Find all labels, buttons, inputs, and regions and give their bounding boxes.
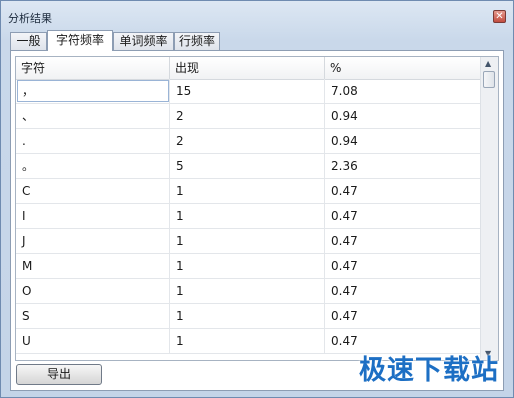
title-bar[interactable]: 分析结果 ✕: [1, 1, 513, 27]
column-header-char[interactable]: 字符: [16, 57, 170, 79]
tab-char-frequency[interactable]: 字符频率: [47, 30, 113, 51]
cell-char[interactable]: 。: [16, 154, 170, 178]
cell-percent[interactable]: 0.47: [325, 304, 480, 328]
window-title: 分析结果: [8, 12, 52, 25]
table-row[interactable]: 、 2 0.94: [16, 104, 480, 129]
cell-char[interactable]: .: [16, 129, 170, 153]
table-row[interactable]: J 1 0.47: [16, 229, 480, 254]
tab-panel: 字符 出现 % ， 15 7.08、 2 0.94. 2 0.94。 5 2.36 C 1 0.47 I…: [10, 50, 504, 391]
cell-char[interactable]: I: [16, 204, 170, 228]
column-header-count[interactable]: 出现: [170, 57, 325, 79]
analysis-window: 分析结果 ✕ 一般 字符频率 单词频率 行频率 字符 出现 % ， 15 7.08、…: [0, 0, 514, 398]
cell-char[interactable]: U: [16, 329, 170, 353]
tab-general[interactable]: 一般: [10, 32, 47, 50]
table-row[interactable]: O 1 0.47: [16, 279, 480, 304]
cell-char[interactable]: J: [16, 229, 170, 253]
cell-count[interactable]: 1: [170, 329, 325, 353]
vertical-scrollbar[interactable]: ▲ ▼: [480, 57, 498, 360]
table-row[interactable]: 。 5 2.36: [16, 154, 480, 179]
table-row[interactable]: ， 15 7.08: [16, 79, 480, 104]
cell-count[interactable]: 1: [170, 179, 325, 203]
close-icon[interactable]: ✕: [493, 10, 506, 23]
frequency-table: 字符 出现 % ， 15 7.08、 2 0.94. 2 0.94。 5 2.36 C 1 0.47 I…: [15, 56, 499, 361]
table-row[interactable]: M 1 0.47: [16, 254, 480, 279]
cell-count[interactable]: 1: [170, 279, 325, 303]
cell-count[interactable]: 1: [170, 229, 325, 253]
table-row[interactable]: C 1 0.47: [16, 179, 480, 204]
cell-percent[interactable]: 2.36: [325, 154, 480, 178]
cell-percent[interactable]: 7.08: [325, 79, 480, 103]
cell-char[interactable]: ，: [16, 79, 170, 103]
table-row[interactable]: . 2 0.94: [16, 129, 480, 154]
watermark-logo: 极速下载站: [359, 355, 499, 386]
cell-count[interactable]: 2: [170, 104, 325, 128]
cell-percent[interactable]: 0.47: [325, 204, 480, 228]
cell-percent[interactable]: 0.47: [325, 254, 480, 278]
cell-percent[interactable]: 0.47: [325, 179, 480, 203]
cell-count[interactable]: 2: [170, 129, 325, 153]
scrollbar-thumb[interactable]: [483, 71, 495, 88]
cell-count[interactable]: 1: [170, 304, 325, 328]
table-row[interactable]: S 1 0.47: [16, 304, 480, 329]
table-body: ， 15 7.08、 2 0.94. 2 0.94。 5 2.36 C 1 0.47 I 1 0.47 J 1 0…: [16, 79, 480, 354]
cell-char[interactable]: C: [16, 179, 170, 203]
table-header: 字符 出现 %: [16, 57, 480, 80]
table-row[interactable]: I 1 0.47: [16, 204, 480, 229]
cell-percent[interactable]: 0.94: [325, 129, 480, 153]
cell-char[interactable]: 、: [16, 104, 170, 128]
cell-char[interactable]: S: [16, 304, 170, 328]
cell-percent[interactable]: 0.94: [325, 104, 480, 128]
cell-char[interactable]: O: [16, 279, 170, 303]
cell-percent[interactable]: 0.47: [325, 229, 480, 253]
cell-count[interactable]: 1: [170, 254, 325, 278]
tab-word-frequency[interactable]: 单词频率: [113, 32, 174, 50]
export-button[interactable]: 导出: [16, 364, 102, 385]
cell-percent[interactable]: 0.47: [325, 279, 480, 303]
cell-count[interactable]: 5: [170, 154, 325, 178]
column-header-percent[interactable]: %: [325, 57, 480, 79]
cell-count[interactable]: 1: [170, 204, 325, 228]
scroll-up-arrow-icon[interactable]: ▲: [485, 59, 491, 68]
tab-line-frequency[interactable]: 行频率: [174, 32, 220, 50]
cell-count[interactable]: 15: [170, 79, 325, 103]
cell-char[interactable]: M: [16, 254, 170, 278]
